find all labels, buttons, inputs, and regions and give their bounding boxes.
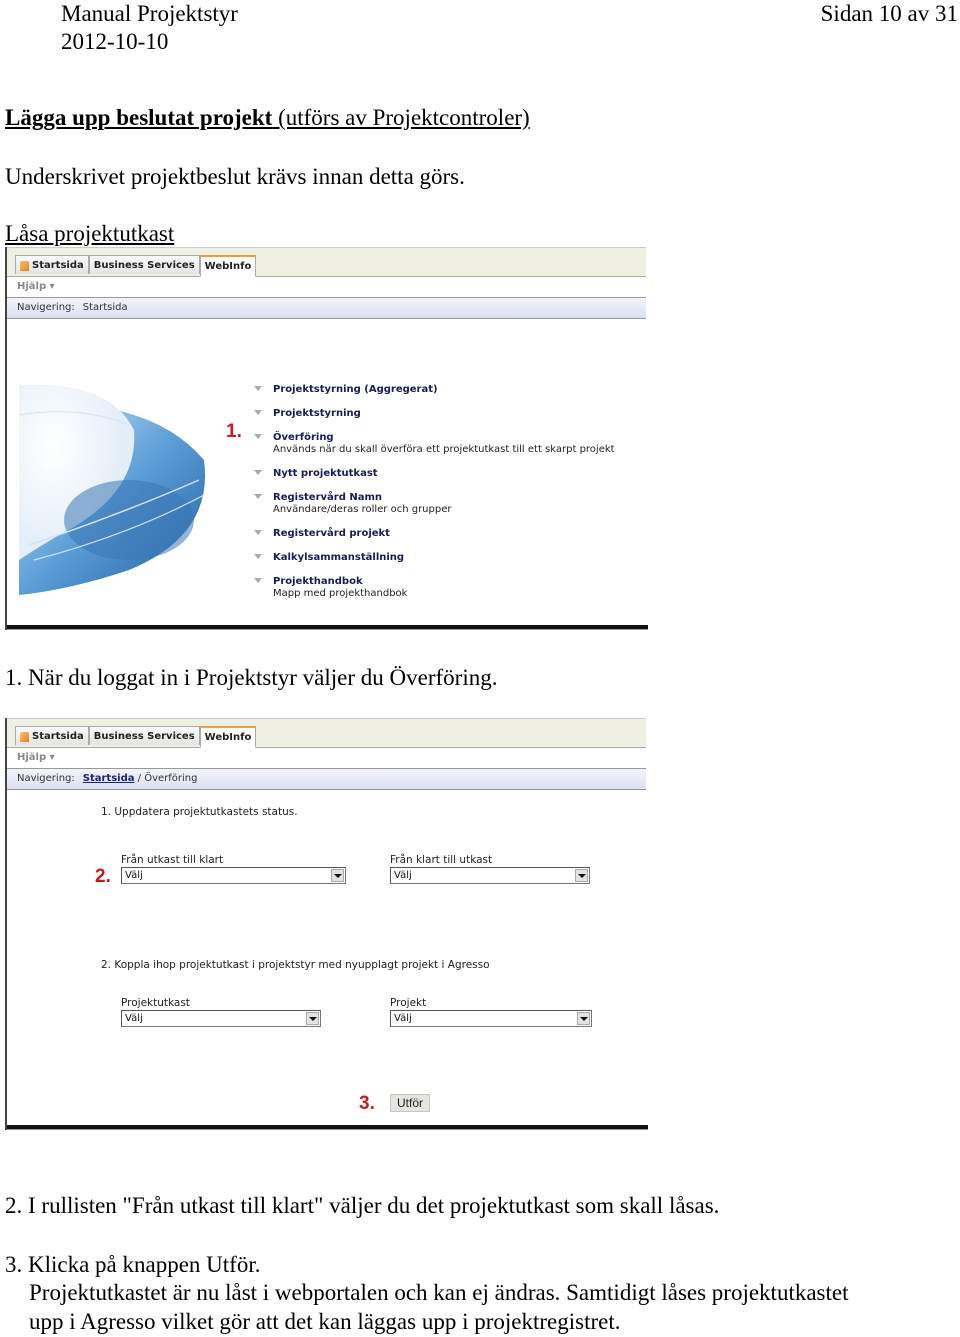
- document-title: Manual Projektstyr: [61, 1, 238, 26]
- select-projekt[interactable]: Välj: [390, 1010, 592, 1027]
- tab-bar: Startsida Business Services WebInfo: [7, 718, 646, 748]
- tab-webinfo[interactable]: WebInfo: [199, 726, 257, 748]
- subheading: Låsa projektutkast: [5, 221, 175, 246]
- agresso-logo-image: [19, 385, 206, 595]
- dropdown-arrow-icon[interactable]: [331, 869, 344, 882]
- menu-item-nytt-projektutkast[interactable]: Nytt projektutkast: [254, 467, 615, 480]
- dropdown-arrow-icon[interactable]: [577, 1012, 590, 1025]
- divider: [7, 625, 648, 630]
- menu-item-registervard-projekt[interactable]: Registervård projekt: [254, 527, 615, 540]
- tab-label: Startsida: [32, 731, 84, 742]
- select-value: Välj: [394, 1013, 412, 1024]
- field-label: Från utkast till klart: [121, 854, 224, 866]
- page-indicator: Sidan 10 av 31: [820, 1, 958, 26]
- section-title-bold: Lägga upp beslutat projekt: [5, 105, 273, 130]
- tab-startsida[interactable]: Startsida: [15, 726, 89, 745]
- triangle-down-icon: [254, 410, 262, 415]
- tab-webinfo[interactable]: WebInfo: [199, 255, 257, 277]
- section-title-rest: (utförs av Projektcontroler): [272, 105, 530, 130]
- select-fran-klart-till-utkast[interactable]: Välj: [390, 867, 590, 884]
- triangle-down-icon: [254, 470, 262, 475]
- select-value: Välj: [125, 1013, 143, 1024]
- breadcrumb-current: Startsida: [82, 302, 128, 313]
- triangle-down-icon: [254, 494, 262, 499]
- field-projektutkast: Projektutkast Välj: [121, 997, 321, 1027]
- field-label: Projekt: [390, 997, 427, 1009]
- tab-label: Business Services: [93, 731, 195, 742]
- triangle-down-icon: [254, 578, 262, 583]
- menu-item-label: Projektstyrning: [273, 408, 361, 419]
- breadcrumb-label: Navigering:: [17, 302, 75, 313]
- document-date: 2012-10-10: [61, 29, 169, 54]
- select-projektutkast[interactable]: Välj: [121, 1010, 321, 1027]
- section-title: Lägga upp beslutat projekt (utförs av Pr…: [5, 104, 530, 132]
- menu-item-label: Kalkylsammanställning: [273, 552, 405, 563]
- menu-item-overforing[interactable]: Överföring Används när du skall överföra …: [254, 431, 615, 456]
- menu-item-label: Registervård Namn: [273, 492, 383, 503]
- caption-step-1: 1. När du loggat in i Projektstyr väljer…: [5, 665, 498, 690]
- menu-item-label: Överföring: [273, 432, 334, 443]
- tab-label: WebInfo: [204, 261, 252, 272]
- menu-item-label: Projekthandbok: [273, 576, 363, 587]
- instruction-step-3: 3. Klicka på knappen Utför.: [5, 1252, 261, 1277]
- tab-label: WebInfo: [204, 732, 252, 743]
- screenshot-start-page: Startsida Business Services WebInfo Hjäl…: [5, 247, 648, 630]
- field-projekt: Projekt Välj: [390, 997, 592, 1027]
- instruction-step-2: 2. I rullisten "Från utkast till klart" …: [5, 1193, 720, 1218]
- select-value: Välj: [125, 870, 143, 881]
- breadcrumb-current: / Överföring: [137, 773, 198, 784]
- tab-label: Business Services: [93, 260, 195, 271]
- menu-item-label: Projektstyrning (Aggregerat): [273, 384, 438, 395]
- tab-bar: Startsida Business Services WebInfo: [7, 247, 646, 277]
- menu-item-description: Mapp med projekthandbok: [273, 588, 408, 599]
- breadcrumb-label: Navigering:: [17, 773, 75, 784]
- menu-item-projektstyrning-aggregerat[interactable]: Projektstyrning (Aggregerat): [254, 383, 615, 396]
- menu-item-description: Användare/deras roller och grupper: [273, 504, 452, 515]
- field-fran-utkast-till-klart: Från utkast till klart Välj: [121, 854, 346, 884]
- instruction-step-3-detail-cont: upp i Agresso vilket gör att det kan läg…: [29, 1309, 621, 1334]
- triangle-down-icon: [254, 386, 262, 391]
- menu-item-registervard-namn[interactable]: Registervård Namn Användare/deras roller …: [254, 491, 615, 516]
- form-heading-link-projects: 2. Koppla ihop projektutkast i projektst…: [101, 959, 490, 971]
- home-icon: [20, 260, 29, 271]
- menu-item-projekthandbok[interactable]: Projekthandbok Mapp med projekthandbok: [254, 575, 615, 600]
- tab-startsida[interactable]: Startsida: [15, 255, 89, 274]
- step-marker-2: 2.: [95, 866, 111, 887]
- main-menu: Projektstyrning (Aggregerat) Projektstyr…: [254, 383, 615, 600]
- tab-business-services[interactable]: Business Services: [88, 255, 200, 274]
- menu-item-label: Registervård projekt: [273, 528, 390, 539]
- instruction-step-3-detail: Projektutkastet är nu låst i webportalen…: [29, 1280, 849, 1305]
- menu-item-projektstyrning[interactable]: Projektstyrning: [254, 407, 615, 420]
- menu-item-label: Nytt projektutkast: [273, 468, 378, 479]
- field-fran-klart-till-utkast: Från klart till utkast Välj: [390, 854, 590, 884]
- form-heading-update-status: 1. Uppdatera projektutkastets status.: [101, 806, 298, 818]
- field-label: Projektutkast: [121, 997, 190, 1009]
- menu-item-kalkylsammanstallning[interactable]: Kalkylsammanställning: [254, 551, 615, 564]
- breadcrumb-link-startsida[interactable]: Startsida: [83, 773, 135, 784]
- triangle-down-icon: [254, 434, 262, 439]
- home-icon: [20, 731, 29, 742]
- select-value: Välj: [394, 870, 412, 881]
- breadcrumb: Navigering: Startsida / Överföring: [7, 769, 646, 790]
- tab-business-services[interactable]: Business Services: [88, 726, 200, 745]
- triangle-down-icon: [254, 554, 262, 559]
- menu-item-description: Används när du skall överföra ett projek…: [273, 444, 615, 455]
- step-marker-3: 3.: [359, 1093, 375, 1114]
- triangle-down-icon: [254, 530, 262, 535]
- help-menu[interactable]: Hjälp ▾: [7, 277, 646, 298]
- field-label: Från klart till utkast: [390, 854, 493, 866]
- breadcrumb: Navigering: Startsida: [7, 298, 646, 319]
- dropdown-arrow-icon[interactable]: [575, 869, 588, 882]
- utfor-button[interactable]: Utför: [390, 1094, 431, 1112]
- step-marker-1: 1.: [226, 421, 242, 442]
- select-fran-utkast-till-klart[interactable]: Välj: [121, 867, 346, 884]
- screenshot-overforing-page: Startsida Business Services WebInfo Hjäl…: [5, 718, 648, 1130]
- help-menu[interactable]: Hjälp ▾: [7, 748, 646, 769]
- dropdown-arrow-icon[interactable]: [306, 1012, 319, 1025]
- tab-label: Startsida: [32, 260, 84, 271]
- intro-text: Underskrivet projektbeslut krävs innan d…: [5, 164, 465, 189]
- divider: [7, 1125, 648, 1130]
